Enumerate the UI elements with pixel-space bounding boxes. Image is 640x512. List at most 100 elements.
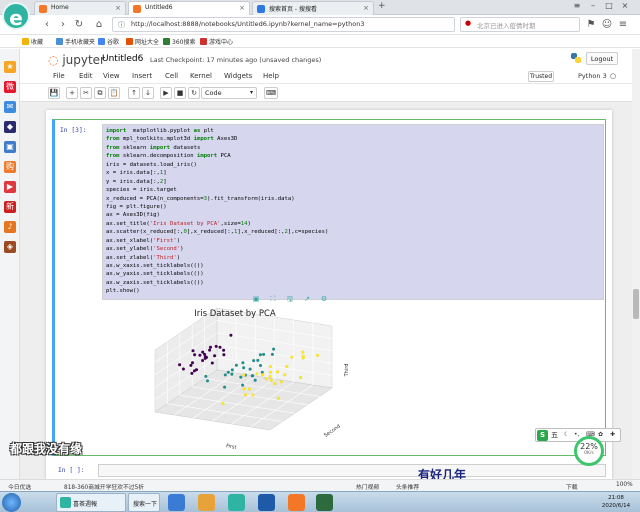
minimize-icon[interactable]: – xyxy=(586,1,600,13)
status-news[interactable]: 818-360商城开学狂欢不过5折 xyxy=(64,482,144,491)
jupyter-logo[interactable]: ◌ jupyter xyxy=(48,53,105,67)
browser-logo-icon[interactable]: e xyxy=(2,2,30,30)
cell-type-select[interactable]: Code ▾ xyxy=(201,87,257,99)
run-icon[interactable]: ▶ xyxy=(160,87,172,99)
new-tab-icon[interactable]: + xyxy=(378,1,386,11)
bookmark-mobile[interactable]: 手机收藏夹 xyxy=(56,37,95,46)
star-icon[interactable]: ★ xyxy=(4,61,16,73)
game-icon[interactable]: ◆ xyxy=(4,121,16,133)
terminal-taskbar-icon[interactable] xyxy=(316,494,333,511)
bookmark-label: 游戏中心 xyxy=(209,39,234,46)
browser-taskbar-icon[interactable] xyxy=(228,494,245,511)
menu-file[interactable]: File xyxy=(53,72,65,80)
share-icon[interactable]: ↗ xyxy=(302,294,312,304)
scrollbar-thumb[interactable] xyxy=(633,289,639,319)
ie-icon[interactable] xyxy=(168,494,185,511)
user-icon[interactable]: ☺ xyxy=(600,18,614,32)
reload-icon[interactable]: ↻ xyxy=(72,18,86,32)
close-icon[interactable]: × xyxy=(363,4,369,12)
clock[interactable]: 21:08 2020/6/14 xyxy=(596,494,636,510)
extension-icon[interactable]: ⚑ xyxy=(584,18,598,32)
taskbar-window[interactable]: 喜茶週報 xyxy=(56,493,126,512)
tab-untitled6[interactable]: Untitled6 × xyxy=(128,1,250,15)
menu-cell[interactable]: Cell xyxy=(165,72,178,80)
save-output-icon[interactable]: 🖫 xyxy=(285,294,295,304)
menu-icon[interactable]: ≡ xyxy=(570,1,584,13)
settings-icon[interactable]: ⚙ xyxy=(319,294,329,304)
status-zoom[interactable]: 100% xyxy=(616,482,633,488)
back-icon[interactable]: ‹ xyxy=(40,18,54,32)
app-taskbar-icon[interactable] xyxy=(258,494,275,511)
moon-icon[interactable]: ☾ xyxy=(564,431,569,438)
vertical-scrollbar[interactable] xyxy=(632,49,640,479)
code-editor-empty[interactable] xyxy=(98,464,606,477)
url-field[interactable]: ⓘ http://localhost:8888/notebooks/Untitl… xyxy=(112,17,455,32)
code-editor[interactable]: import matplotlib.pyplot as plt from mpl_… xyxy=(102,124,604,300)
paste-icon[interactable]: 📋 xyxy=(108,87,120,99)
music-icon[interactable]: ♪ xyxy=(4,221,16,233)
network-speed-widget[interactable]: 22% 0K/s xyxy=(574,436,604,466)
weibo-icon[interactable]: 微 xyxy=(4,81,16,93)
home-icon[interactable]: ⌂ xyxy=(92,18,106,32)
data-point xyxy=(262,352,266,357)
add-cell-icon[interactable]: + xyxy=(66,87,78,99)
browser-search-field[interactable]: ● 北京已进入疫情时期 xyxy=(460,17,580,32)
video-icon[interactable]: ▶ xyxy=(4,181,16,193)
code-line: ax.set_xlabel('First') xyxy=(106,237,181,244)
skin-icon[interactable]: ✿ xyxy=(598,431,603,438)
kernel-name[interactable]: Python 3 xyxy=(578,72,607,80)
expand-icon[interactable]: ⛶ xyxy=(268,294,278,304)
jupyter-taskbar-icon[interactable] xyxy=(288,494,305,511)
status-headline[interactable]: 头条推荐 xyxy=(396,482,419,491)
menu-edit[interactable]: Edit xyxy=(79,72,93,80)
save-icon[interactable]: 💾 xyxy=(48,87,60,99)
more-icon[interactable]: ≡ xyxy=(616,18,630,32)
close-icon[interactable]: × xyxy=(239,4,245,12)
shop-icon[interactable]: 购 xyxy=(4,161,16,173)
notebook-title[interactable]: Untitled6 xyxy=(102,54,143,64)
menu-view[interactable]: View xyxy=(103,72,120,80)
code-cell[interactable]: In [3]: import matplotlib.pyplot as plt f… xyxy=(52,119,606,456)
start-button[interactable] xyxy=(2,493,21,512)
menu-widgets[interactable]: Widgets xyxy=(224,72,252,80)
logout-button[interactable]: Logout xyxy=(586,52,618,65)
data-point xyxy=(181,367,186,371)
screenshot-icon[interactable]: ▣ xyxy=(251,294,261,304)
chat-icon[interactable]: ✉ xyxy=(4,101,16,113)
move-down-icon[interactable]: ↓ xyxy=(142,87,154,99)
folder-icon[interactable] xyxy=(198,494,215,511)
bookmark-favorites[interactable]: 收藏 xyxy=(22,37,43,46)
game2-icon[interactable]: ◈ xyxy=(4,241,16,253)
code-line: from sklearn.decomposition import PCA xyxy=(106,153,231,160)
copy-icon[interactable]: ⧉ xyxy=(94,87,106,99)
data-point xyxy=(201,350,205,354)
menu-help[interactable]: Help xyxy=(263,72,279,80)
punctuation-icon[interactable]: •, xyxy=(574,431,579,438)
news-icon[interactable]: 新 xyxy=(4,201,16,213)
command-palette-icon[interactable]: ⌨ xyxy=(264,87,278,99)
tab-label: 搜索首页 - 搜搜看 xyxy=(269,6,317,13)
tab-search[interactable]: 搜索首页 - 搜搜看 × xyxy=(252,1,374,15)
move-up-icon[interactable]: ↑ xyxy=(128,87,140,99)
maximize-icon[interactable]: □ xyxy=(602,1,616,13)
forward-icon[interactable]: › xyxy=(56,18,70,32)
status-today-pick[interactable]: 今日优选 xyxy=(8,482,31,491)
window-close-icon[interactable]: × xyxy=(618,1,632,13)
menu-insert[interactable]: Insert xyxy=(132,72,152,80)
tab-home[interactable]: Home × xyxy=(34,1,126,15)
trusted-indicator[interactable]: Trusted xyxy=(528,71,554,82)
tool-icon[interactable]: ✚ xyxy=(610,431,615,438)
app-icon[interactable]: ▣ xyxy=(4,141,16,153)
bookmark-directory[interactable]: 网址大全 xyxy=(126,37,159,46)
menu-kernel[interactable]: Kernel xyxy=(190,72,212,80)
status-hot-video[interactable]: 热门视频 xyxy=(356,482,379,491)
bookmark-360search[interactable]: 360搜索 xyxy=(163,37,195,46)
taskbar-search[interactable]: 搜索一下 xyxy=(128,493,160,512)
close-icon[interactable]: × xyxy=(115,4,121,12)
stop-icon[interactable]: ■ xyxy=(174,87,186,99)
cut-icon[interactable]: ✂ xyxy=(80,87,92,99)
bookmark-games[interactable]: 游戏中心 xyxy=(200,37,233,46)
status-download[interactable]: 下载 xyxy=(566,482,578,491)
restart-icon[interactable]: ↻ xyxy=(188,87,200,99)
bookmark-google[interactable]: 谷歌 xyxy=(98,37,119,46)
